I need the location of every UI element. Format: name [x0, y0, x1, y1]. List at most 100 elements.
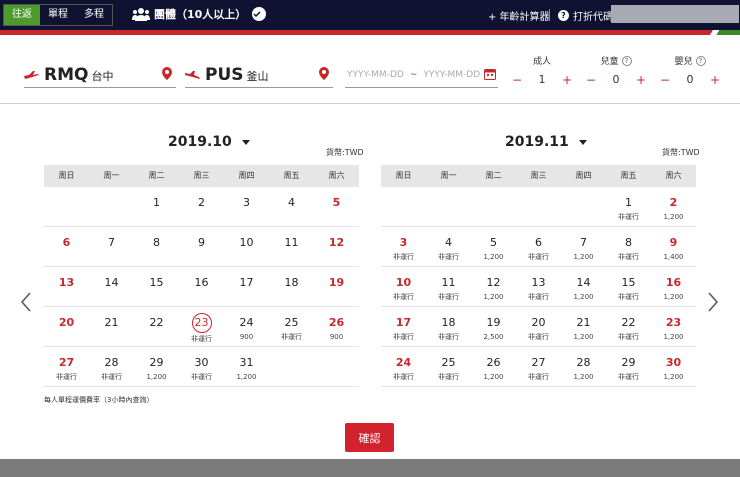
day-cell[interactable]: 24 非運行: [381, 347, 426, 387]
weekday-label: 周三: [530, 171, 547, 180]
day-cell[interactable]: 21: [89, 307, 134, 347]
day-cell[interactable]: 12: [314, 227, 359, 267]
day-cell[interactable]: 28 1,200: [561, 347, 606, 387]
location-pin-icon[interactable]: [319, 67, 329, 80]
discount-code-label[interactable]: ? 打折代碼: [558, 8, 613, 23]
check-icon[interactable]: [252, 7, 267, 21]
day-cell[interactable]: 26 900: [314, 307, 359, 347]
tab-one-way[interactable]: 單程: [40, 5, 76, 25]
day-cell[interactable]: 31 1,200: [224, 347, 269, 387]
day-fare: 1,200: [663, 333, 684, 341]
day-cell[interactable]: 4 非運行: [426, 227, 471, 267]
day-cell[interactable]: 15: [134, 267, 179, 307]
empty-day-cell: [561, 187, 606, 227]
day-cell[interactable]: 22 非運行: [606, 307, 651, 347]
day-cell[interactable]: 21 1,200: [561, 307, 606, 347]
day-cell[interactable]: 8: [134, 227, 179, 267]
day-cell[interactable]: 20 非運行: [516, 307, 561, 347]
minus-icon[interactable]: −: [512, 73, 522, 87]
day-cell[interactable]: 22: [134, 307, 179, 347]
month-selector-1[interactable]: 2019.10: [168, 134, 250, 150]
month-selector-2[interactable]: 2019.11: [505, 134, 587, 150]
day-cell[interactable]: 17: [224, 267, 269, 307]
day-cell[interactable]: 17 非運行: [381, 307, 426, 347]
calendar-month-1: 周日 周一 周二 周三 周四 周五 周六 1 2 3 4 5 6 7 8 9 10 11 12 13 14 15 16 17…: [44, 165, 359, 387]
day-cell[interactable]: 27 非運行: [44, 347, 89, 387]
minus-icon[interactable]: −: [660, 73, 670, 87]
day-cell[interactable]: 16: [179, 267, 224, 307]
day-cell[interactable]: 6 非運行: [516, 227, 561, 267]
discount-code-input[interactable]: [611, 5, 739, 23]
day-cell[interactable]: 11 非運行: [426, 267, 471, 307]
prev-month-arrow-icon[interactable]: [20, 292, 32, 312]
day-number: 8: [625, 236, 632, 249]
tab-round-trip[interactable]: 往返: [4, 5, 40, 25]
day-cell[interactable]: 19: [314, 267, 359, 307]
day-cell[interactable]: 29 1,200: [134, 347, 179, 387]
day-number: 3: [399, 236, 408, 249]
day-cell[interactable]: 6: [44, 227, 89, 267]
next-month-arrow-icon[interactable]: [707, 292, 719, 312]
day-cell[interactable]: 28 非運行: [89, 347, 134, 387]
day-cell[interactable]: 1 非運行: [606, 187, 651, 227]
day-cell[interactable]: 25 非運行: [426, 347, 471, 387]
day-cell[interactable]: 30 1,200: [651, 347, 696, 387]
tab-multi-city[interactable]: 多程: [76, 5, 112, 25]
location-pin-icon[interactable]: [162, 67, 172, 80]
day-cell[interactable]: 15 非運行: [606, 267, 651, 307]
day-cell[interactable]: 19 2,500: [471, 307, 516, 347]
help-icon[interactable]: ?: [695, 55, 706, 66]
month-title: 2019.10: [168, 134, 232, 150]
day-cell[interactable]: 26 1,200: [471, 347, 516, 387]
day-cell[interactable]: 23 非運行: [179, 307, 224, 347]
day-number: 1: [625, 196, 632, 209]
day-cell[interactable]: 5: [314, 187, 359, 227]
help-icon[interactable]: ?: [621, 55, 632, 66]
plus-icon[interactable]: +: [710, 73, 720, 87]
day-cell[interactable]: 2: [179, 187, 224, 227]
day-cell[interactable]: 23 1,200: [651, 307, 696, 347]
fare-footnote: 每人單程運價費率（3小時內查詢）: [44, 396, 154, 404]
confirm-button[interactable]: 確認: [345, 423, 394, 452]
day-cell[interactable]: 3: [224, 187, 269, 227]
day-cell[interactable]: 14: [89, 267, 134, 307]
day-cell[interactable]: 4: [269, 187, 314, 227]
day-cell[interactable]: 8 非運行: [606, 227, 651, 267]
day-cell[interactable]: 7: [89, 227, 134, 267]
day-cell[interactable]: 9 1,400: [651, 227, 696, 267]
minus-icon[interactable]: −: [586, 73, 596, 87]
group-booking-toggle[interactable]: 團體（10人以上）: [132, 6, 267, 22]
day-cell[interactable]: 30 非運行: [179, 347, 224, 387]
day-fare: 非運行: [393, 333, 414, 341]
day-cell[interactable]: 2 1,200: [651, 187, 696, 227]
day-fare: 非運行: [438, 333, 459, 341]
day-cell[interactable]: 10: [224, 227, 269, 267]
age-calculator-link[interactable]: + 年齡計算器: [488, 8, 550, 23]
day-cell[interactable]: 25 非運行: [269, 307, 314, 347]
day-cell[interactable]: 20: [44, 307, 89, 347]
day-cell[interactable]: 27 非運行: [516, 347, 561, 387]
date-range-input[interactable]: YYYY-MM-DD ~ YYYY-MM-DD: [345, 62, 498, 88]
day-cell[interactable]: 18 非運行: [426, 307, 471, 347]
day-cell[interactable]: 16 1,200: [651, 267, 696, 307]
day-number: 22: [149, 316, 164, 329]
day-cell[interactable]: 29 非運行: [606, 347, 651, 387]
day-cell[interactable]: 1: [134, 187, 179, 227]
day-cell[interactable]: 9: [179, 227, 224, 267]
day-cell[interactable]: 14 1,200: [561, 267, 606, 307]
day-cell[interactable]: 24 900: [224, 307, 269, 347]
calendar-icon[interactable]: [484, 68, 496, 80]
day-cell[interactable]: 12 1,200: [471, 267, 516, 307]
day-cell[interactable]: 10 非運行: [381, 267, 426, 307]
day-cell[interactable]: 5 1,200: [471, 227, 516, 267]
destination-field[interactable]: PUS 釜山: [185, 62, 333, 88]
day-cell[interactable]: 18: [269, 267, 314, 307]
day-cell[interactable]: 11: [269, 227, 314, 267]
day-cell[interactable]: 13: [44, 267, 89, 307]
plus-icon[interactable]: +: [636, 73, 646, 87]
day-cell[interactable]: 13 非運行: [516, 267, 561, 307]
day-cell[interactable]: 3 非運行: [381, 227, 426, 267]
origin-field[interactable]: RMQ 台中: [24, 62, 176, 88]
plus-icon[interactable]: +: [562, 73, 572, 87]
day-cell[interactable]: 7 1,200: [561, 227, 606, 267]
